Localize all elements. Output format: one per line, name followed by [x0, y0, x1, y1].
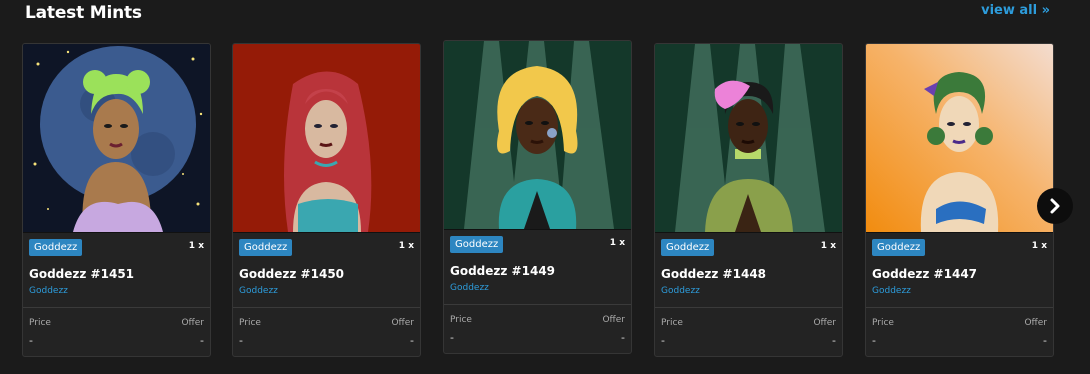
nft-card[interactable]: Goddezz 1 x Goddezz #1448 Goddezz Price …: [654, 43, 843, 357]
nft-name[interactable]: Goddezz #1450: [239, 267, 344, 281]
nft-card[interactable]: Goddezz 1 x Goddezz #1449 Goddezz Price …: [443, 40, 632, 354]
divider: [233, 307, 420, 308]
nft-card[interactable]: Goddezz 1 x Goddezz #1450 Goddezz Price …: [232, 43, 421, 357]
quantity: 1 x: [188, 241, 204, 251]
price-value: -: [872, 334, 876, 347]
collection-link[interactable]: Goddezz: [29, 286, 68, 296]
offer-value: -: [410, 334, 414, 347]
collection-tag[interactable]: Goddezz: [29, 239, 83, 256]
nft-image[interactable]: [233, 44, 420, 233]
nft-image[interactable]: [866, 44, 1053, 233]
carousel-next-button[interactable]: [1037, 188, 1073, 224]
nft-name[interactable]: Goddezz #1449: [450, 264, 555, 278]
quantity: 1 x: [820, 241, 836, 251]
nft-card[interactable]: Goddezz 1 x Goddezz #1451 Goddezz Price …: [22, 43, 211, 357]
divider: [655, 307, 842, 308]
offer-label: Offer: [813, 318, 836, 328]
nft-image[interactable]: [444, 41, 631, 230]
offer-value: -: [832, 334, 836, 347]
nft-name[interactable]: Goddezz #1451: [29, 267, 134, 281]
offer-value: -: [1043, 334, 1047, 347]
price-label: Price: [661, 318, 683, 328]
quantity: 1 x: [609, 238, 625, 248]
divider: [866, 307, 1053, 308]
price-value: -: [29, 334, 33, 347]
collection-tag[interactable]: Goddezz: [661, 239, 715, 256]
nft-image[interactable]: [655, 44, 842, 233]
price-label: Price: [29, 318, 51, 328]
offer-label: Offer: [1024, 318, 1047, 328]
divider: [23, 307, 210, 308]
collection-link[interactable]: Goddezz: [239, 286, 278, 296]
quantity: 1 x: [398, 241, 414, 251]
offer-label: Offer: [181, 318, 204, 328]
collection-tag[interactable]: Goddezz: [450, 236, 504, 253]
price-label: Price: [450, 315, 472, 325]
offer-label: Offer: [602, 315, 625, 325]
offer-value: -: [621, 331, 625, 344]
chevron-right-icon: [1050, 198, 1060, 214]
collection-link[interactable]: Goddezz: [661, 286, 700, 296]
nft-image[interactable]: [23, 44, 210, 233]
nft-name[interactable]: Goddezz #1447: [872, 267, 977, 281]
section-title: Latest Mints: [25, 3, 142, 23]
nft-name[interactable]: Goddezz #1448: [661, 267, 766, 281]
collection-tag[interactable]: Goddezz: [872, 239, 926, 256]
collection-link[interactable]: Goddezz: [872, 286, 911, 296]
offer-value: -: [200, 334, 204, 347]
collection-link[interactable]: Goddezz: [450, 283, 489, 293]
nft-card[interactable]: Goddezz 1 x Goddezz #1447 Goddezz Price …: [865, 43, 1054, 357]
offer-label: Offer: [391, 318, 414, 328]
view-all-link[interactable]: view all »: [981, 3, 1050, 18]
price-label: Price: [239, 318, 261, 328]
price-value: -: [239, 334, 243, 347]
divider: [444, 304, 631, 305]
price-label: Price: [872, 318, 894, 328]
price-value: -: [450, 331, 454, 344]
collection-tag[interactable]: Goddezz: [239, 239, 293, 256]
price-value: -: [661, 334, 665, 347]
quantity: 1 x: [1031, 241, 1047, 251]
